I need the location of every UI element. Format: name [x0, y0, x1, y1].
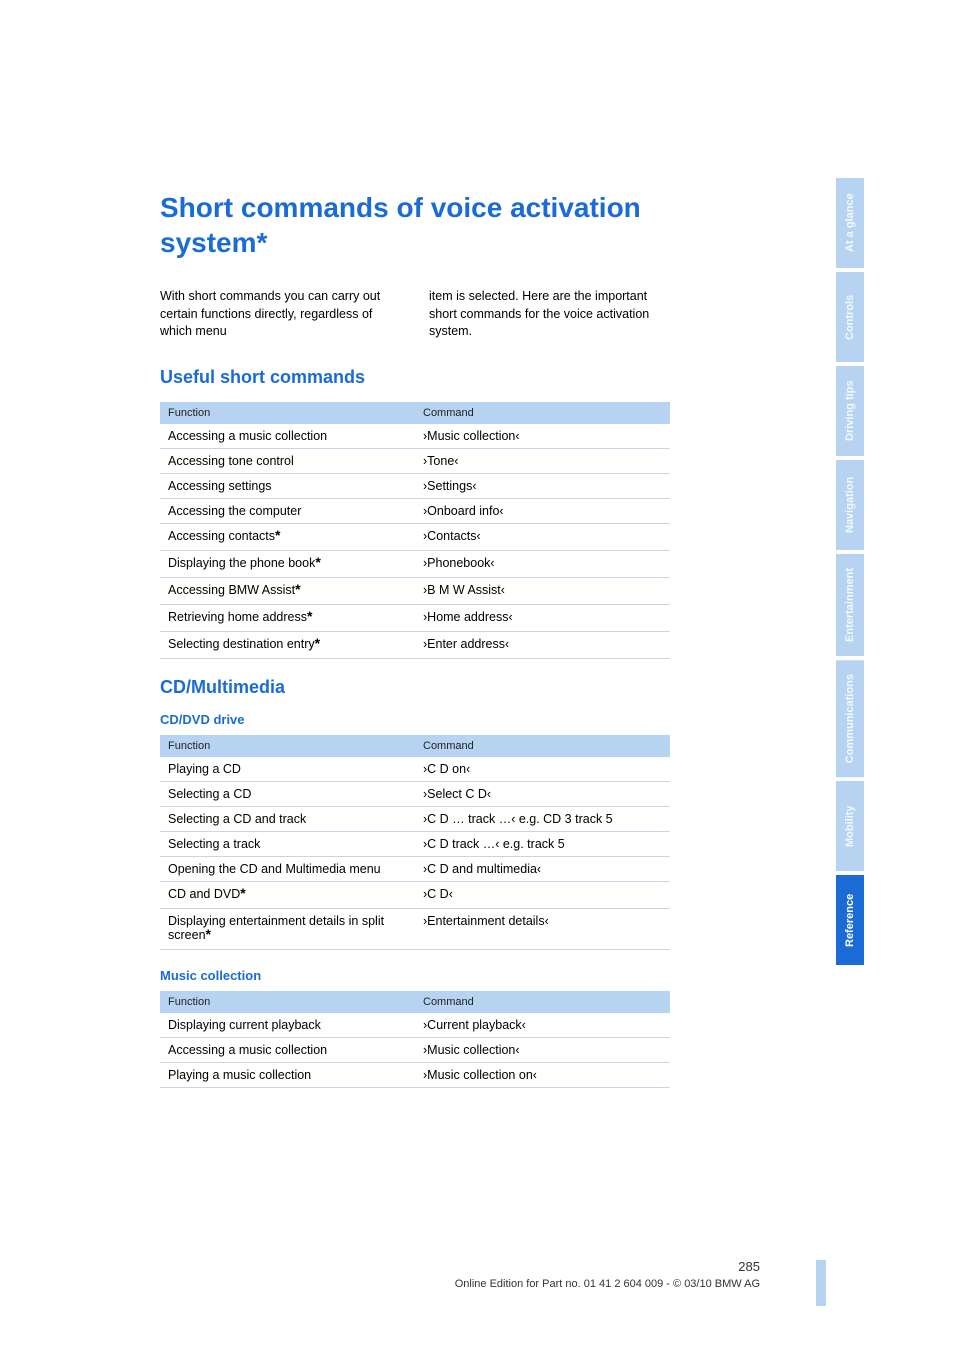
cell-command: ›Settings‹: [415, 473, 670, 498]
cell-command: ›Music collection‹: [415, 424, 670, 449]
cell-function: Playing a music collection: [160, 1062, 415, 1087]
tbody-music: Displaying current playback›Current play…: [160, 1013, 670, 1088]
intro-right: item is selected. Here are the important…: [429, 288, 670, 341]
col-function: Function: [160, 735, 415, 757]
section-useful-short-commands: Useful short commands: [160, 367, 670, 388]
tab-reference[interactable]: Reference: [836, 875, 864, 965]
cell-command: ›Entertainment details‹: [415, 908, 670, 949]
cell-function: Accessing settings: [160, 473, 415, 498]
footer-accent-bar: [816, 1260, 826, 1306]
cell-function: Selecting a CD and track: [160, 806, 415, 831]
tab-navigation[interactable]: Navigation: [836, 460, 864, 550]
asterisk-icon: *: [240, 885, 245, 901]
cell-function: Selecting a track: [160, 831, 415, 856]
subsection-music-collection: Music collection: [160, 968, 670, 983]
cell-command: ›Music collection on‹: [415, 1062, 670, 1087]
col-command: Command: [415, 991, 670, 1013]
tab-at-a-glance[interactable]: At a glance: [836, 178, 864, 268]
asterisk-icon: *: [206, 926, 211, 942]
asterisk-icon: *: [307, 608, 312, 624]
table-row: Accessing contacts*›Contacts‹: [160, 523, 670, 550]
cell-command: ›Current playback‹: [415, 1013, 670, 1038]
cell-command: ›Phonebook‹: [415, 550, 670, 577]
cell-function: Accessing a music collection: [160, 424, 415, 449]
table-row: Selecting a track›C D track …‹ e.g. trac…: [160, 831, 670, 856]
col-command: Command: [415, 402, 670, 424]
cell-function: Accessing tone control: [160, 448, 415, 473]
table-useful-commands: Function Command Accessing a music colle…: [160, 402, 670, 659]
tbody-cddvd: Playing a CD›C D on‹Selecting a CD›Selec…: [160, 757, 670, 950]
table-row: Selecting a CD and track›C D … track …‹ …: [160, 806, 670, 831]
table-row: Playing a music collection›Music collect…: [160, 1062, 670, 1087]
cell-function: CD and DVD*: [160, 881, 415, 908]
cell-command: ›Select C D‹: [415, 781, 670, 806]
table-row: Displaying current playback›Current play…: [160, 1013, 670, 1038]
tab-entertainment[interactable]: Entertainment: [836, 554, 864, 656]
col-command: Command: [415, 735, 670, 757]
table-cd-dvd: Function Command Playing a CD›C D on‹Sel…: [160, 735, 670, 950]
subsection-cd-dvd-drive: CD/DVD drive: [160, 712, 670, 727]
cell-function: Accessing the computer: [160, 498, 415, 523]
table-row: Accessing tone control›Tone‹: [160, 448, 670, 473]
cell-command: ›C D and multimedia‹: [415, 856, 670, 881]
table-row: Displaying the phone book*›Phonebook‹: [160, 550, 670, 577]
intro-left: With short commands you can carry out ce…: [160, 288, 401, 341]
page-footer: 285 Online Edition for Part no. 01 41 2 …: [160, 1259, 760, 1290]
table-row: Accessing the computer›Onboard info‹: [160, 498, 670, 523]
table-row: Accessing a music collection›Music colle…: [160, 424, 670, 449]
tbody-useful: Accessing a music collection›Music colle…: [160, 424, 670, 659]
table-row: Accessing settings›Settings‹: [160, 473, 670, 498]
cell-function: Playing a CD: [160, 757, 415, 782]
asterisk-icon: *: [295, 581, 300, 597]
cell-command: ›Tone‹: [415, 448, 670, 473]
tab-driving-tips[interactable]: Driving tips: [836, 366, 864, 456]
cell-function: Opening the CD and Multimedia menu: [160, 856, 415, 881]
col-function: Function: [160, 402, 415, 424]
cell-function: Displaying the phone book*: [160, 550, 415, 577]
tab-controls[interactable]: Controls: [836, 272, 864, 362]
cell-command: ›Home address‹: [415, 604, 670, 631]
cell-command: ›B M W Assist‹: [415, 577, 670, 604]
cell-command: ›Music collection‹: [415, 1037, 670, 1062]
table-row: Playing a CD›C D on‹: [160, 757, 670, 782]
cell-command: ›C D‹: [415, 881, 670, 908]
asterisk-icon: *: [275, 527, 280, 543]
table-row: Selecting a CD›Select C D‹: [160, 781, 670, 806]
cell-function: Accessing a music collection: [160, 1037, 415, 1062]
cell-function: Accessing contacts*: [160, 523, 415, 550]
table-row: Accessing BMW Assist*›B M W Assist‹: [160, 577, 670, 604]
cell-function: Selecting a CD: [160, 781, 415, 806]
side-tabs: At a glance Controls Driving tips Navigatio…: [836, 178, 864, 969]
table-row: CD and DVD*›C D‹: [160, 881, 670, 908]
cell-function: Displaying current playback: [160, 1013, 415, 1038]
page-title: Short commands of voice activation syste…: [160, 190, 670, 260]
table-row: Selecting destination entry*›Enter addre…: [160, 631, 670, 658]
cell-command: ›Contacts‹: [415, 523, 670, 550]
cell-function: Selecting destination entry*: [160, 631, 415, 658]
asterisk-icon: *: [315, 635, 320, 651]
asterisk-icon: *: [315, 554, 320, 570]
col-function: Function: [160, 991, 415, 1013]
cell-function: Displaying entertainment details in spli…: [160, 908, 415, 949]
section-cd-multimedia: CD/Multimedia: [160, 677, 670, 698]
cell-command: ›C D track …‹ e.g. track 5: [415, 831, 670, 856]
intro-text: With short commands you can carry out ce…: [160, 288, 670, 341]
footer-line: Online Edition for Part no. 01 41 2 604 …: [455, 1278, 760, 1290]
table-row: Retrieving home address*›Home address‹: [160, 604, 670, 631]
cell-command: ›Enter address‹: [415, 631, 670, 658]
table-music-collection: Function Command Displaying current play…: [160, 991, 670, 1088]
table-row: Displaying entertainment details in spli…: [160, 908, 670, 949]
cell-command: ›C D … track …‹ e.g. CD 3 track 5: [415, 806, 670, 831]
tab-communications[interactable]: Communications: [836, 660, 864, 777]
page-number: 285: [160, 1259, 760, 1274]
table-row: Opening the CD and Multimedia menu›C D a…: [160, 856, 670, 881]
cell-command: ›C D on‹: [415, 757, 670, 782]
cell-function: Accessing BMW Assist*: [160, 577, 415, 604]
table-row: Accessing a music collection›Music colle…: [160, 1037, 670, 1062]
cell-function: Retrieving home address*: [160, 604, 415, 631]
cell-command: ›Onboard info‹: [415, 498, 670, 523]
tab-mobility[interactable]: Mobility: [836, 781, 864, 871]
